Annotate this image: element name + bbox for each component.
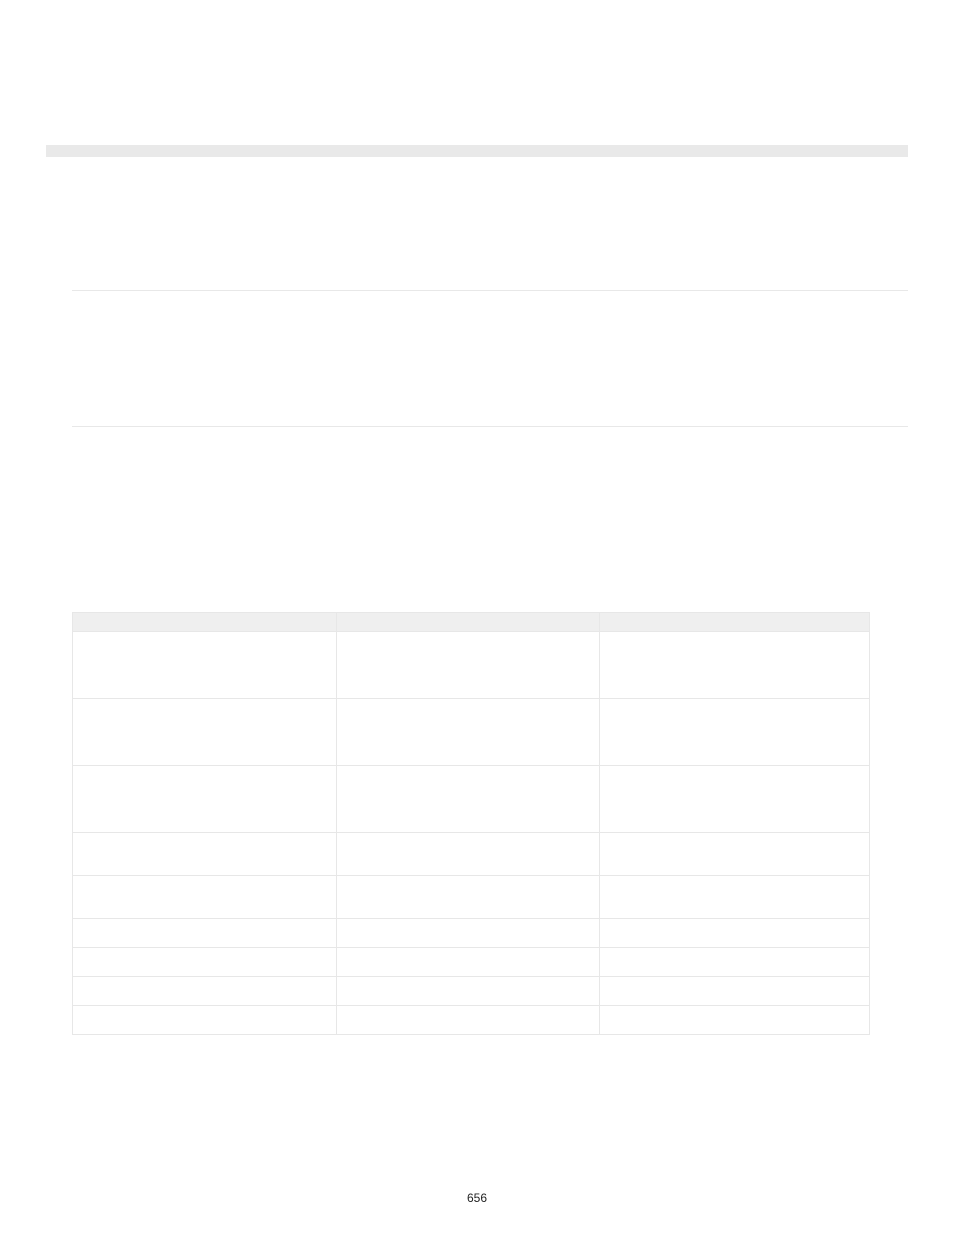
table-cell <box>600 919 870 948</box>
table-cell <box>600 632 870 699</box>
page: 656 <box>0 0 954 1235</box>
table-row <box>73 632 870 699</box>
table-row <box>73 919 870 948</box>
table-row <box>73 1006 870 1035</box>
table-row <box>73 977 870 1006</box>
table-cell <box>336 919 600 948</box>
table-cell <box>73 948 337 977</box>
table-cell <box>336 948 600 977</box>
table-cell <box>73 833 337 876</box>
table-cell <box>73 977 337 1006</box>
table-row <box>73 948 870 977</box>
table-row <box>73 766 870 833</box>
reference-table <box>72 612 870 1035</box>
blank-region <box>72 427 908 612</box>
table-row <box>73 699 870 766</box>
table-header-row <box>73 613 870 632</box>
table-cell <box>600 1006 870 1035</box>
table-cell <box>336 977 600 1006</box>
blank-region <box>72 195 908 290</box>
table-cell <box>73 699 337 766</box>
table-cell <box>336 766 600 833</box>
blank-region <box>72 291 908 426</box>
table-row <box>73 876 870 919</box>
table-cell <box>336 833 600 876</box>
table-cell <box>73 919 337 948</box>
page-number: 656 <box>0 1191 954 1205</box>
table-cell <box>600 948 870 977</box>
table-header-cell <box>73 613 337 632</box>
table-row <box>73 833 870 876</box>
table-cell <box>600 876 870 919</box>
table-cell <box>73 766 337 833</box>
table-cell <box>336 632 600 699</box>
top-separator-bar <box>46 145 908 157</box>
table-header-cell <box>336 613 600 632</box>
table-cell <box>600 833 870 876</box>
table-cell <box>73 1006 337 1035</box>
table-cell <box>73 876 337 919</box>
table-cell <box>600 977 870 1006</box>
table-cell <box>600 766 870 833</box>
table-cell <box>600 699 870 766</box>
table-cell <box>336 1006 600 1035</box>
table-cell <box>336 699 600 766</box>
table-cell <box>336 876 600 919</box>
table-cell <box>73 632 337 699</box>
table-header-cell <box>600 613 870 632</box>
